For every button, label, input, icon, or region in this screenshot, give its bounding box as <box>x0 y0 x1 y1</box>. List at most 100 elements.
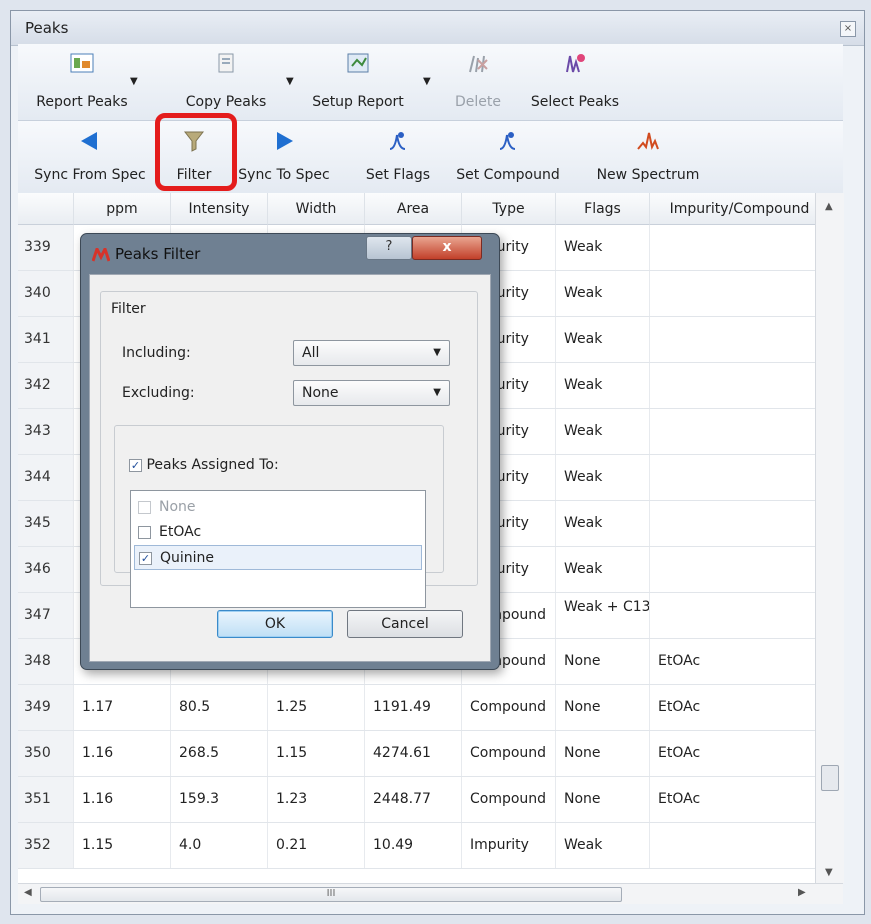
excluding-select[interactable]: None ▼ <box>293 380 450 406</box>
table-cell[interactable]: 1.17 <box>74 685 171 730</box>
column-header-width[interactable]: Width <box>268 193 365 225</box>
column-header-area[interactable]: Area <box>365 193 462 225</box>
table-cell[interactable] <box>650 409 830 454</box>
table-cell[interactable]: Weak <box>556 547 650 592</box>
sync-to-spec-button[interactable]: Sync To Spec <box>228 121 340 193</box>
set-flags-button[interactable]: Set Flags <box>360 121 436 193</box>
table-cell[interactable] <box>650 455 830 500</box>
table-row[interactable]: 350 1.16 268.5 1.15 4274.61 Compound None EtOAc <box>18 731 843 777</box>
row-number[interactable]: 341 <box>18 317 74 362</box>
row-number[interactable]: 351 <box>18 777 74 822</box>
table-row[interactable]: 352 1.15 4.0 0.21 10.49 Impurity Weak <box>18 823 843 869</box>
table-cell[interactable] <box>650 593 830 638</box>
row-number[interactable]: 347 <box>18 593 74 638</box>
table-cell[interactable]: EtOAc <box>650 731 830 776</box>
table-cell[interactable]: Weak <box>556 501 650 546</box>
select-peaks-button[interactable]: Select Peaks <box>520 44 630 120</box>
table-cell[interactable]: EtOAc <box>650 639 830 684</box>
copy-peaks-button[interactable]: Copy Peaks ▼ <box>170 44 294 120</box>
row-number[interactable]: 350 <box>18 731 74 776</box>
setup-report-button[interactable]: Setup Report ▼ <box>303 44 431 120</box>
table-row[interactable]: 351 1.16 159.3 1.23 2448.77 Compound None EtOAc <box>18 777 843 823</box>
peaks-assigned-checkbox[interactable]: ✓ Peaks Assigned To: <box>126 457 282 473</box>
table-cell[interactable]: Compound <box>462 685 556 730</box>
table-cell[interactable]: None <box>556 685 650 730</box>
table-cell[interactable]: 0.21 <box>268 823 365 868</box>
table-cell[interactable] <box>650 225 830 270</box>
table-cell[interactable]: 4274.61 <box>365 731 462 776</box>
table-cell[interactable]: None <box>556 731 650 776</box>
column-header-impurity-compound[interactable]: Impurity/Compound <box>650 193 830 225</box>
close-icon[interactable]: × <box>840 21 856 37</box>
table-cell[interactable]: 2448.77 <box>365 777 462 822</box>
chevron-down-icon[interactable]: ▼ <box>130 76 138 87</box>
table-cell[interactable] <box>650 317 830 362</box>
including-select[interactable]: All ▼ <box>293 340 450 366</box>
scroll-left-icon[interactable]: ◀ <box>24 887 32 898</box>
table-cell[interactable]: 10.49 <box>365 823 462 868</box>
column-header-type[interactable]: Type <box>462 193 556 225</box>
table-cell[interactable] <box>650 271 830 316</box>
table-cell[interactable]: None <box>556 777 650 822</box>
table-cell[interactable]: Weak <box>556 823 650 868</box>
table-cell[interactable]: None <box>556 639 650 684</box>
column-header-ppm[interactable]: ppm <box>74 193 171 225</box>
table-row[interactable]: 349 1.17 80.5 1.25 1191.49 Compound None EtOAc <box>18 685 843 731</box>
table-cell[interactable] <box>650 547 830 592</box>
table-cell[interactable] <box>650 823 830 868</box>
report-peaks-button[interactable]: Report Peaks ▼ <box>18 44 146 120</box>
table-cell[interactable]: Compound <box>462 777 556 822</box>
row-number[interactable]: 343 <box>18 409 74 454</box>
chevron-down-icon[interactable]: ▼ <box>286 76 294 87</box>
scroll-down-icon[interactable]: ▼ <box>825 867 833 878</box>
sync-from-spec-button[interactable]: Sync From Spec <box>18 121 162 193</box>
ok-button[interactable]: OK <box>217 610 333 638</box>
row-number[interactable]: 339 <box>18 225 74 270</box>
column-header-flags[interactable]: Flags <box>556 193 650 225</box>
row-number[interactable]: 345 <box>18 501 74 546</box>
checkbox-icon[interactable] <box>138 525 151 539</box>
table-cell[interactable] <box>650 501 830 546</box>
checkbox-icon[interactable]: ✓ <box>129 458 142 472</box>
cancel-button[interactable]: Cancel <box>347 610 463 638</box>
vertical-scroll-thumb[interactable] <box>821 765 839 791</box>
table-cell[interactable]: 268.5 <box>171 731 268 776</box>
row-number[interactable]: 349 <box>18 685 74 730</box>
row-number[interactable]: 344 <box>18 455 74 500</box>
row-number[interactable]: 346 <box>18 547 74 592</box>
scroll-right-icon[interactable]: ▶ <box>798 887 806 898</box>
set-compound-button[interactable]: Set Compound <box>448 121 568 193</box>
delete-button[interactable]: Delete <box>448 44 508 120</box>
table-cell[interactable]: 1.16 <box>74 777 171 822</box>
table-cell[interactable]: Weak <box>556 409 650 454</box>
row-number[interactable]: 348 <box>18 639 74 684</box>
table-cell[interactable]: Weak <box>556 317 650 362</box>
dialog-close-button[interactable]: x <box>412 236 482 260</box>
row-number[interactable]: 352 <box>18 823 74 868</box>
table-cell[interactable]: 1191.49 <box>365 685 462 730</box>
horizontal-scroll-thumb[interactable]: III <box>40 887 622 902</box>
table-cell[interactable] <box>650 363 830 408</box>
table-cell[interactable]: 1.15 <box>74 823 171 868</box>
table-cell[interactable]: EtOAc <box>650 777 830 822</box>
table-cell[interactable]: 159.3 <box>171 777 268 822</box>
row-number[interactable]: 342 <box>18 363 74 408</box>
horizontal-scrollbar[interactable]: ◀ III ▶ <box>18 883 843 904</box>
table-cell[interactable]: 1.25 <box>268 685 365 730</box>
table-cell[interactable]: Compound <box>462 731 556 776</box>
list-item-etoac[interactable]: EtOAc <box>134 520 422 545</box>
table-cell[interactable]: Weak <box>556 271 650 316</box>
table-cell[interactable]: 1.15 <box>268 731 365 776</box>
chevron-down-icon[interactable]: ▼ <box>423 76 431 87</box>
table-cell[interactable]: Weak + C13_Sat <box>556 593 650 638</box>
table-cell[interactable]: Weak <box>556 455 650 500</box>
table-cell[interactable]: Weak <box>556 363 650 408</box>
table-cell[interactable]: Weak <box>556 225 650 270</box>
table-cell[interactable]: Impurity <box>462 823 556 868</box>
row-number[interactable]: 340 <box>18 271 74 316</box>
help-button[interactable]: ? <box>366 236 412 260</box>
checkbox-icon[interactable]: ✓ <box>139 551 152 565</box>
table-cell[interactable]: EtOAc <box>650 685 830 730</box>
scroll-up-icon[interactable]: ▲ <box>825 201 833 212</box>
column-header-intensity[interactable]: Intensity <box>171 193 268 225</box>
